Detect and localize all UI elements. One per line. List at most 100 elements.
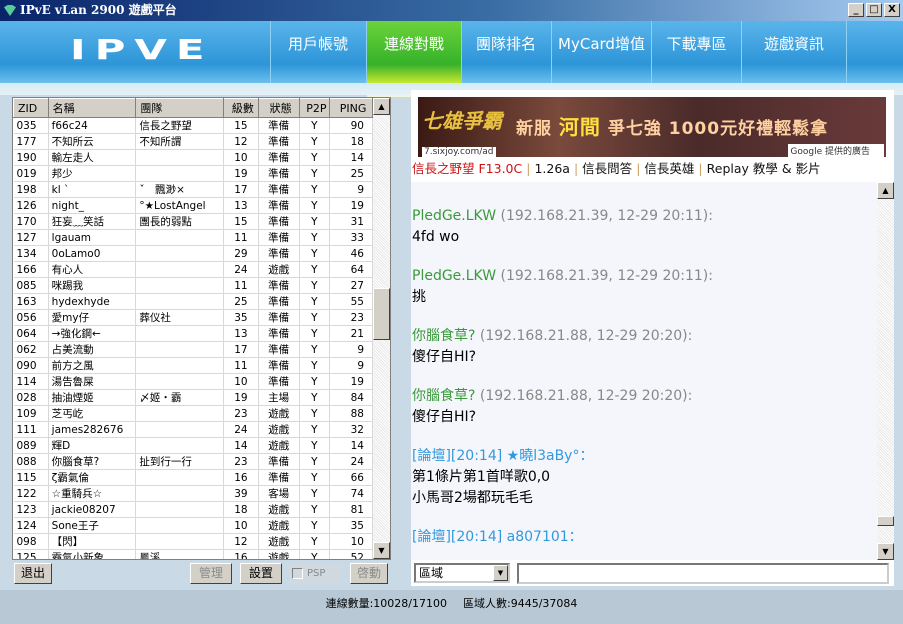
nav-account[interactable]: 用戶帳號: [270, 21, 365, 83]
table-row[interactable]: 085 咪踢我 11 準備 Y 27: [13, 277, 373, 294]
chat-scroll-down-button[interactable]: ▼: [877, 543, 894, 560]
header: IPVE 用戶帳號 連線對戰 團隊排名 MyCard增值 下載專區 遊戲資訊: [0, 21, 903, 97]
link-heroes[interactable]: 信長英雄: [644, 161, 694, 176]
table-row[interactable]: 088 你腦食草? 扯到行一行 23 準備 Y 24: [13, 453, 373, 470]
chat-input[interactable]: [517, 563, 889, 584]
scope-select[interactable]: 區域 ▼: [414, 563, 510, 583]
table-cell: 15: [223, 213, 259, 230]
nav-downloads[interactable]: 下載專區: [651, 21, 741, 83]
checkbox-icon: [292, 568, 303, 579]
ad-headline: 新服 河間 爭七強 1000元好禮輕鬆拿: [516, 111, 828, 140]
column-header[interactable]: 級數: [223, 98, 259, 118]
table-row[interactable]: 035 f66c24 信長之野望 15 準備 Y 90: [13, 117, 373, 134]
table-row[interactable]: 170 狂妄﹏笑話 團長的弱點 15 準備 Y 31: [13, 213, 373, 230]
table-cell: [135, 421, 225, 438]
scroll-thumb[interactable]: [373, 288, 390, 340]
chat-log: PledGe.LKW (192.168.21.39, 12-29 20:11):…: [411, 182, 877, 560]
table-cell: 準備: [258, 197, 300, 214]
column-header[interactable]: PING: [329, 98, 373, 118]
table-row[interactable]: 089 輝D 14 遊戲 Y 14: [13, 437, 373, 454]
chat-sender[interactable]: PledGe.LKW: [412, 268, 496, 284]
chat-scrollbar[interactable]: ▲ ▼: [877, 182, 894, 560]
table-cell: 湯告魯屎: [48, 373, 137, 390]
column-header[interactable]: 狀態: [257, 98, 300, 118]
exit-button[interactable]: 退出: [14, 563, 52, 584]
table-cell: 089: [13, 437, 49, 454]
chat-scroll-thumb[interactable]: [877, 516, 894, 526]
chat-text: 傻仔自HI?: [412, 409, 477, 425]
settings-button[interactable]: 設置: [240, 563, 282, 584]
table-row[interactable]: 019 邦少 19 準備 Y 25: [13, 165, 373, 182]
start-button[interactable]: 啓動: [350, 563, 388, 584]
psp-checkbox[interactable]: PSP: [289, 563, 342, 584]
table-row[interactable]: 028 抽油煙姬 〆姬・霸 19 主場 Y 84: [13, 389, 373, 406]
table-row[interactable]: 163 hydexhyde 25 準備 Y 55: [13, 293, 373, 310]
table-row[interactable]: 198 kl ˋˇ 飄渺× 17 準備 Y 9: [13, 181, 373, 198]
nav-mycard[interactable]: MyCard增值: [551, 21, 651, 83]
close-button[interactable]: X: [884, 3, 900, 17]
table-row[interactable]: 109 芝丐屹 23 遊戲 Y 88: [13, 405, 373, 422]
link-version[interactable]: 1.26a: [534, 161, 570, 176]
manage-button[interactable]: 管理: [190, 563, 232, 584]
table-cell: 170: [13, 213, 49, 230]
nav-online-battle[interactable]: 連線對戰: [366, 21, 461, 97]
table-cell: 064: [13, 325, 49, 342]
table-row[interactable]: 166 有心人 24 遊戲 Y 64: [13, 261, 373, 278]
table-row[interactable]: 111 james282676 24 遊戲 Y 32: [13, 421, 373, 438]
table-cell: 邦少: [48, 165, 137, 182]
table-cell: 122: [13, 485, 49, 502]
table-row[interactable]: 056 愛my仔 葬仪社 35 準備 Y 23: [13, 309, 373, 326]
table-row[interactable]: 125 霸氣小新象 鳳溪 16 遊戲 Y 52: [13, 549, 373, 559]
table-row[interactable]: 124 Sone王子 10 遊戲 Y 35: [13, 517, 373, 534]
table-cell: 35: [329, 517, 373, 534]
scroll-down-button[interactable]: ▼: [373, 542, 390, 559]
table-cell: 12: [223, 133, 259, 150]
table-row[interactable]: 123 jackie08207 18 遊戲 Y 81: [13, 501, 373, 518]
chat-message: [論壇][20:14] ★曉l3aBy°： 第1條片第1首咩歌0,0 小馬哥2場都玩…: [412, 446, 877, 509]
table-cell: 準備: [258, 117, 300, 134]
table-row[interactable]: 090 前方之風 11 準備 Y 9: [13, 357, 373, 374]
table-row[interactable]: 134 0oLamo0 29 準備 Y 46: [13, 245, 373, 262]
table-row[interactable]: 190 輸左走人 10 準備 Y 14: [13, 149, 373, 166]
ad-url[interactable]: 7.sixjoy.com/ad: [422, 147, 496, 157]
chat-sender[interactable]: 你腦食草?: [412, 388, 475, 404]
player-list-scrollbar[interactable]: ▲ ▼: [373, 98, 390, 559]
column-header[interactable]: 名稱: [47, 98, 137, 118]
ad-provider[interactable]: Google 提供的廣告: [788, 144, 884, 157]
table-row[interactable]: 114 湯告魯屎 10 準備 Y 19: [13, 373, 373, 390]
column-header[interactable]: P2P: [298, 98, 331, 118]
nav-team-ranking[interactable]: 團隊排名: [461, 21, 550, 83]
table-row[interactable]: 062 占美流動 17 準備 Y 9: [13, 341, 373, 358]
table-row[interactable]: 064 →強化鋼← 13 準備 Y 21: [13, 325, 373, 342]
table-row[interactable]: 122 ☆重騎兵☆ 39 客場 Y 74: [13, 485, 373, 502]
chat-sender[interactable]: PledGe.LKW: [412, 208, 496, 224]
link-qa[interactable]: 信長問答: [582, 161, 632, 176]
table-row[interactable]: 126 night_ °★LostAngel 13 準備 Y 19: [13, 197, 373, 214]
chat-text: 挑: [412, 289, 426, 305]
table-row[interactable]: 115 ζ霸氣倫 16 準備 Y 66: [13, 469, 373, 486]
table-cell: 霸氣小新象: [48, 549, 137, 559]
maximize-button[interactable]: □: [866, 3, 882, 17]
table-row[interactable]: 098 【閃】 12 遊戲 Y 10: [13, 533, 373, 550]
scroll-up-button[interactable]: ▲: [373, 98, 390, 115]
table-row[interactable]: 127 lgauam 11 準備 Y 33: [13, 229, 373, 246]
chat-text: 傻仔自HI?: [412, 349, 477, 365]
table-cell: 134: [13, 245, 49, 262]
chevron-down-icon[interactable]: ▼: [493, 565, 508, 581]
table-row[interactable]: 177 不知所云 不知所謂 12 準備 Y 18: [13, 133, 373, 150]
table-cell: 10: [329, 533, 373, 550]
chat-scroll-up-button[interactable]: ▲: [877, 182, 894, 199]
table-cell: 輝D: [48, 437, 137, 454]
nav-game-info[interactable]: 遊戲資訊: [741, 21, 847, 83]
minimize-button[interactable]: _: [848, 3, 864, 17]
table-cell: Y: [299, 405, 331, 422]
link-replay[interactable]: Replay 教學 & 影片: [707, 161, 821, 176]
column-header[interactable]: ZID: [13, 98, 49, 118]
table-cell: ☆重騎兵☆: [48, 485, 137, 502]
ad-banner[interactable]: 七雄爭霸 新服 河間 爭七強 1000元好禮輕鬆拿 7.sixjoy.com/a…: [418, 97, 886, 157]
column-header[interactable]: 團隊: [135, 98, 225, 118]
table-cell: 準備: [258, 325, 300, 342]
chat-sender[interactable]: 你腦食草?: [412, 328, 475, 344]
link-nobunaga[interactable]: 信長之野望 F13.0C: [412, 161, 522, 176]
table-cell: 14: [329, 149, 373, 166]
